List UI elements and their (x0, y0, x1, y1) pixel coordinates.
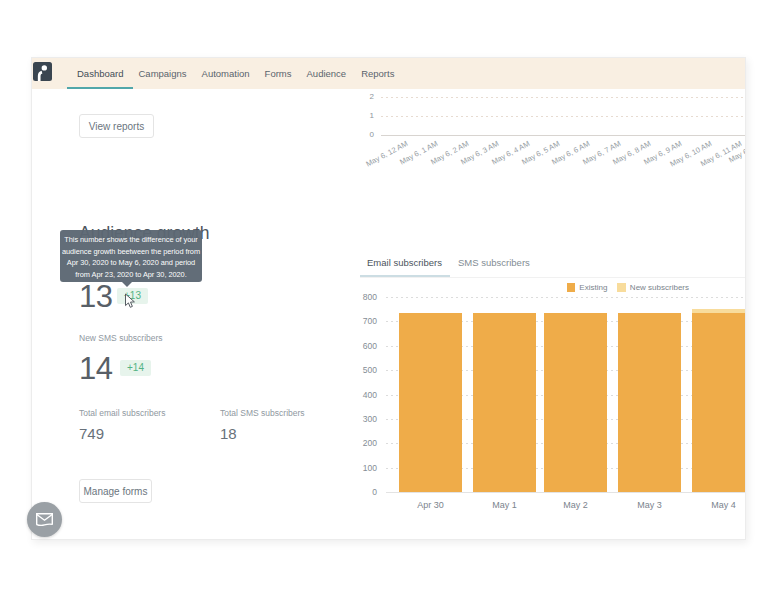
legend-new: New subscribers (617, 283, 689, 292)
bar-chart-gridline-800 (386, 297, 746, 298)
bar-chart-gridline-0 (386, 492, 746, 493)
mini-chart-ytick: 2 (356, 93, 374, 101)
bar-new-may-4[interactable] (692, 309, 746, 312)
bar-chart-xtick: May 3 (637, 500, 662, 510)
bar-chart-ytick: 700 (353, 317, 377, 326)
legend-existing: Existing (567, 283, 608, 292)
bar-chart-gridline-400 (386, 395, 746, 396)
tooltip-text-line: audience growth beetween the period from (60, 246, 202, 258)
bar-chart-gridline-700 (386, 321, 746, 322)
tab-sms-subscribers[interactable]: SMS subscribers (458, 257, 530, 268)
manage-forms-button[interactable]: Manage forms (79, 479, 152, 503)
tooltip-text-line: from Apr 23, 2020 to Apr 30, 2020. (60, 269, 202, 281)
mouse-cursor-icon (124, 293, 136, 310)
envelope-icon (35, 512, 54, 527)
total-email-subscribers-label: Total email subscribers (79, 408, 165, 418)
bar-chart-ytick: 500 (353, 366, 377, 375)
bar-chart-xtick: May 1 (492, 500, 517, 510)
mini-chart-ytick: 1 (356, 112, 374, 120)
page: DashboardCampaignsAutomationFormsAudienc… (0, 0, 776, 600)
legend-existing-swatch (567, 283, 576, 292)
bar-existing-may-1[interactable] (473, 313, 536, 492)
bar-existing-may-3[interactable] (618, 313, 681, 492)
tooltip-text-line: Apr 30, 2020 to May 6, 2020 and period (60, 257, 202, 269)
mini-chart-gridline-0 (381, 135, 746, 136)
new-sms-subscribers-value: 14 (79, 351, 112, 387)
bar-chart-xtick: Apr 30 (417, 500, 444, 510)
audience-growth-tooltip: This number shows the difference of your… (60, 230, 202, 282)
bar-chart-gridline-100 (386, 468, 746, 469)
new-sms-subscribers-label: New SMS subscribers (79, 333, 163, 343)
bar-chart-ytick: 100 (353, 464, 377, 473)
bar-chart-ytick: 800 (353, 293, 377, 302)
bar-chart-xtick: May 2 (563, 500, 588, 510)
new-sms-subscribers-delta-badge[interactable]: +14 (120, 360, 151, 376)
legend-new-label: New subscribers (630, 283, 689, 292)
mini-chart-gridline-2 (381, 97, 746, 98)
bar-chart-ytick: 0 (353, 488, 377, 497)
bar-chart-ytick: 600 (353, 342, 377, 351)
bar-chart-gridline-600 (386, 346, 746, 347)
bar-chart-gridline-200 (386, 443, 746, 444)
chat-launcher-button[interactable] (27, 502, 62, 537)
chart-legend: Existing New subscribers (567, 283, 689, 292)
total-email-subscribers-value: 749 (79, 425, 104, 442)
new-email-subscribers-value: 13 (79, 279, 112, 315)
bar-chart-gridline-500 (386, 370, 746, 371)
tab-email-subscribers[interactable]: Email subscribers (367, 257, 442, 268)
mini-chart-gridline-1 (381, 116, 746, 117)
bar-existing-apr-30[interactable] (399, 313, 462, 492)
mini-chart-ytick: 0 (356, 131, 374, 139)
bar-chart-ytick: 400 (353, 391, 377, 400)
total-sms-subscribers-value: 18 (220, 425, 237, 442)
bar-existing-may-2[interactable] (544, 313, 607, 492)
legend-new-swatch (617, 283, 626, 292)
app-window: DashboardCampaignsAutomationFormsAudienc… (31, 57, 746, 540)
total-sms-subscribers-label: Total SMS subscribers (220, 408, 305, 418)
tooltip-text-line: This number shows the difference of your (60, 234, 202, 246)
subscriber-tabs: Email subscribers SMS subscribers (360, 253, 745, 278)
legend-existing-label: Existing (579, 283, 607, 292)
bar-chart-ytick: 300 (353, 415, 377, 424)
view-reports-button[interactable]: View reports (79, 114, 154, 138)
bar-chart-ytick: 200 (353, 439, 377, 448)
bar-existing-may-4[interactable] (692, 313, 746, 492)
bar-chart-xtick: May 4 (711, 500, 736, 510)
bar-chart-gridline-300 (386, 419, 746, 420)
